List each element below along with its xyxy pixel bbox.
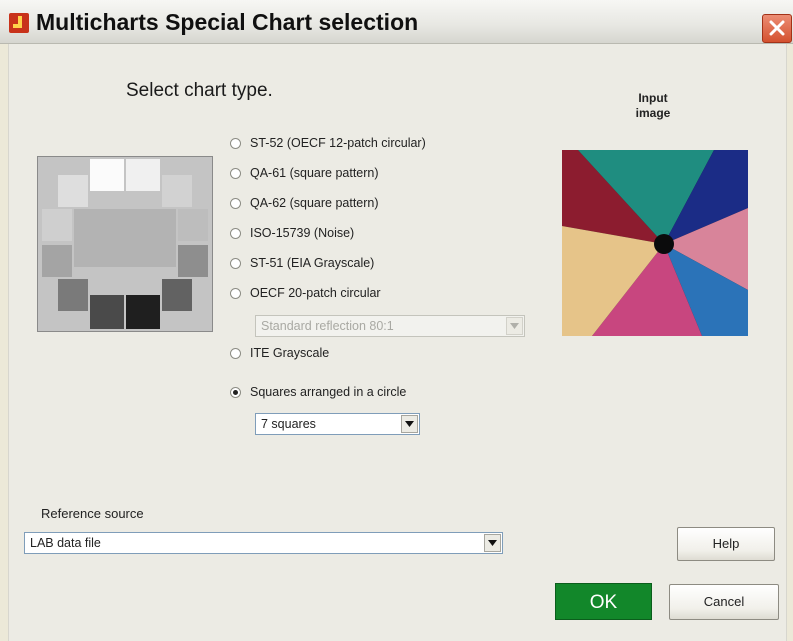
dropdown-arrow-button[interactable] bbox=[506, 317, 523, 335]
dropdown-value: 7 squares bbox=[261, 417, 316, 431]
input-image-label: Input image bbox=[635, 91, 671, 120]
radio-qa-61[interactable]: QA-61 (square pattern) bbox=[230, 164, 379, 182]
dropdown-arrow-button[interactable] bbox=[484, 534, 501, 552]
preview-patch bbox=[178, 209, 208, 241]
radio-label: ISO-15739 (Noise) bbox=[250, 226, 355, 240]
preview-patch bbox=[162, 175, 192, 207]
radio-button[interactable] bbox=[230, 137, 241, 149]
radio-qa-62[interactable]: QA-62 (square pattern) bbox=[230, 194, 379, 212]
preview-patch bbox=[42, 245, 72, 277]
radio-oecf-20-patch[interactable]: OECF 20-patch circular bbox=[230, 284, 381, 302]
preview-patch bbox=[90, 295, 124, 329]
radio-ite-grayscale[interactable]: ITE Grayscale bbox=[230, 344, 329, 362]
preview-patch bbox=[178, 245, 208, 277]
title-bar[interactable]: Multicharts Special Chart selection bbox=[0, 0, 793, 44]
radio-button[interactable] bbox=[230, 227, 241, 239]
radio-button-selected[interactable] bbox=[230, 386, 241, 398]
radio-button[interactable] bbox=[230, 197, 241, 209]
radio-label: ST-51 (EIA Grayscale) bbox=[250, 256, 375, 270]
preview-patch bbox=[58, 279, 88, 311]
chart-preview-image bbox=[37, 156, 213, 332]
radio-label: ITE Grayscale bbox=[250, 346, 330, 360]
radio-st-52[interactable]: ST-52 (OECF 12-patch circular) bbox=[230, 134, 426, 152]
close-icon bbox=[769, 20, 785, 36]
chevron-down-icon bbox=[405, 421, 414, 427]
chevron-down-icon bbox=[488, 540, 497, 546]
reference-source-dropdown[interactable]: LAB data file bbox=[24, 532, 503, 554]
preview-patch bbox=[58, 175, 88, 207]
help-button[interactable]: Help bbox=[677, 527, 775, 561]
cancel-button[interactable]: Cancel bbox=[669, 584, 779, 620]
window-title: Multicharts Special Chart selection bbox=[36, 9, 419, 35]
input-image-preview bbox=[562, 150, 748, 336]
preview-patch bbox=[90, 159, 124, 191]
oecf-reflection-dropdown[interactable]: Standard reflection 80:1 bbox=[255, 315, 525, 337]
app-icon bbox=[9, 13, 29, 33]
radio-label: QA-62 (square pattern) bbox=[250, 196, 379, 210]
dialog-window: Multicharts Special Chart selection Sele… bbox=[0, 0, 793, 641]
heading-select-chart-type: Select chart type. bbox=[126, 80, 273, 101]
radio-label: ST-52 (OECF 12-patch circular) bbox=[250, 136, 426, 150]
ok-button[interactable]: OK bbox=[555, 583, 652, 620]
dropdown-value: LAB data file bbox=[30, 536, 101, 550]
preview-patch bbox=[126, 295, 160, 329]
radio-iso-15739[interactable]: ISO-15739 (Noise) bbox=[230, 224, 354, 242]
radio-button[interactable] bbox=[230, 287, 241, 299]
radio-label: QA-61 (square pattern) bbox=[250, 166, 379, 180]
preview-patch bbox=[126, 159, 160, 191]
radio-label: OECF 20-patch circular bbox=[250, 286, 381, 300]
reference-source-label: Reference source bbox=[41, 506, 144, 521]
radio-squares-in-circle[interactable]: Squares arranged in a circle bbox=[230, 383, 406, 401]
chevron-down-icon bbox=[510, 323, 519, 329]
close-button[interactable] bbox=[762, 14, 792, 43]
radio-button[interactable] bbox=[230, 167, 241, 179]
dropdown-value: Standard reflection 80:1 bbox=[261, 319, 394, 333]
radio-button[interactable] bbox=[230, 347, 241, 359]
radio-button[interactable] bbox=[230, 257, 241, 269]
dropdown-arrow-button[interactable] bbox=[401, 415, 418, 433]
preview-patch bbox=[42, 209, 72, 241]
input-image-graphic bbox=[562, 150, 748, 336]
radio-label: Squares arranged in a circle bbox=[250, 385, 407, 399]
radio-st-51[interactable]: ST-51 (EIA Grayscale) bbox=[230, 254, 374, 272]
squares-count-dropdown[interactable]: 7 squares bbox=[255, 413, 420, 435]
preview-patch bbox=[74, 209, 176, 267]
preview-patch bbox=[162, 279, 192, 311]
